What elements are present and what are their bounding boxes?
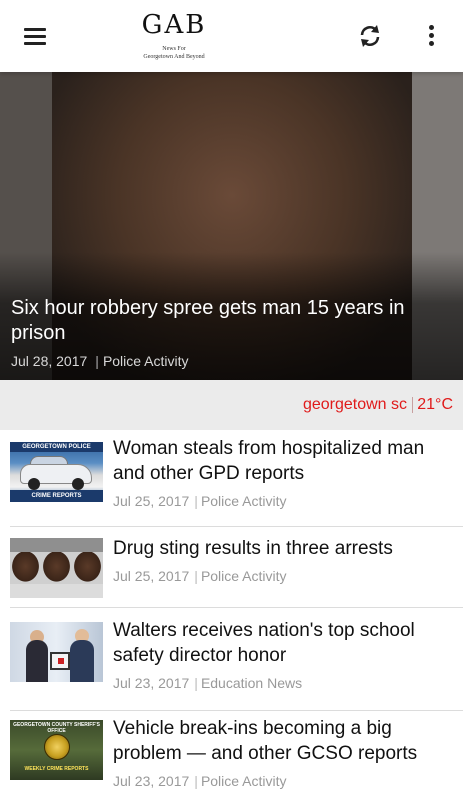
weather-bar: georgetown sc 21°C [0, 380, 463, 430]
article-category: Education News [200, 675, 303, 691]
weather-location: georgetown sc [302, 396, 407, 413]
list-item[interactable]: Walters receives nation's top school saf… [0, 608, 463, 710]
meta-separator: | [194, 773, 198, 789]
featured-story[interactable]: Six hour robbery spree gets man 15 years… [0, 72, 463, 380]
article-date: Jul 25, 2017 [113, 568, 190, 584]
mugshot-image [10, 552, 41, 584]
logo-tagline-1: News For [162, 46, 186, 52]
mugshot-image [41, 552, 72, 584]
article-date: Jul 23, 2017 [113, 675, 190, 691]
refresh-icon[interactable] [356, 22, 384, 50]
thumb-caption-bottom: WEEKLY CRIME REPORTS [24, 766, 89, 772]
article-thumbnail: GEORGETOWN POLICE CRIME REPORTS [10, 442, 103, 502]
featured-date: Jul 28, 2017 [11, 353, 88, 369]
car-wheel [72, 478, 84, 490]
article-title: Vehicle break-ins becoming a big problem… [113, 718, 418, 764]
more-vert-icon[interactable] [420, 22, 444, 50]
thumb-footer [10, 584, 103, 598]
featured-category: Police Activity [102, 353, 189, 369]
logo-tagline-2: Georgetown And Beyond [143, 54, 205, 60]
award-plaque [50, 652, 70, 670]
list-item[interactable]: Drug sting results in three arrests Jul … [0, 527, 463, 607]
app-logo[interactable]: GAB News For Georgetown And Beyond [136, 10, 212, 66]
meta-separator: | [194, 568, 198, 584]
article-date: Jul 25, 2017 [113, 493, 190, 509]
app-bar: GAB News For Georgetown And Beyond [0, 0, 463, 72]
meta-separator: | [194, 675, 198, 691]
article-category: Police Activity [200, 568, 287, 584]
article-thumbnail [10, 622, 103, 682]
article-title: Walters receives nation's top school saf… [113, 620, 415, 666]
thumb-header [10, 538, 103, 552]
thumb-caption-bottom: CRIME REPORTS [10, 490, 103, 502]
list-item[interactable]: GEORGETOWN POLICE CRIME REPORTS Woman st… [0, 430, 463, 526]
featured-meta: Jul 28, 2017 | Police Activity [11, 353, 189, 369]
article-meta: Jul 25, 2017 | Police Activity [113, 493, 287, 509]
sheriff-badge-icon [44, 734, 70, 760]
logo-mark: GAB [141, 10, 207, 40]
car-wheel [28, 478, 40, 490]
meta-separator: | [194, 493, 198, 509]
article-meta: Jul 23, 2017 | Police Activity [113, 773, 287, 789]
mugshot-image [72, 552, 103, 584]
article-title: Woman steals from hospitalized man and o… [113, 438, 425, 484]
weather-temperature: 21°C [417, 396, 453, 413]
weather-separator [412, 397, 413, 413]
thumb-caption-top: GEORGETOWN POLICE [10, 442, 103, 452]
thumb-caption-top: GEORGETOWN COUNTY SHERIFF'S OFFICE [13, 722, 100, 734]
person-body [70, 640, 94, 682]
article-date: Jul 23, 2017 [113, 773, 190, 789]
article-thumbnail [10, 538, 103, 598]
hamburger-menu-icon[interactable] [22, 24, 50, 48]
meta-separator: | [95, 353, 99, 369]
person-body [26, 640, 48, 682]
list-item[interactable]: GEORGETOWN COUNTY SHERIFF'S OFFICE WEEKL… [0, 711, 463, 800]
featured-title: Six hour robbery spree gets man 15 years… [11, 297, 405, 344]
article-category: Police Activity [200, 773, 287, 789]
article-thumbnail: GEORGETOWN COUNTY SHERIFF'S OFFICE WEEKL… [10, 720, 103, 780]
article-category: Police Activity [200, 493, 287, 509]
article-meta: Jul 25, 2017 | Police Activity [113, 568, 287, 584]
article-title: Drug sting results in three arrests [113, 538, 393, 559]
article-meta: Jul 23, 2017 | Education News [113, 675, 302, 691]
